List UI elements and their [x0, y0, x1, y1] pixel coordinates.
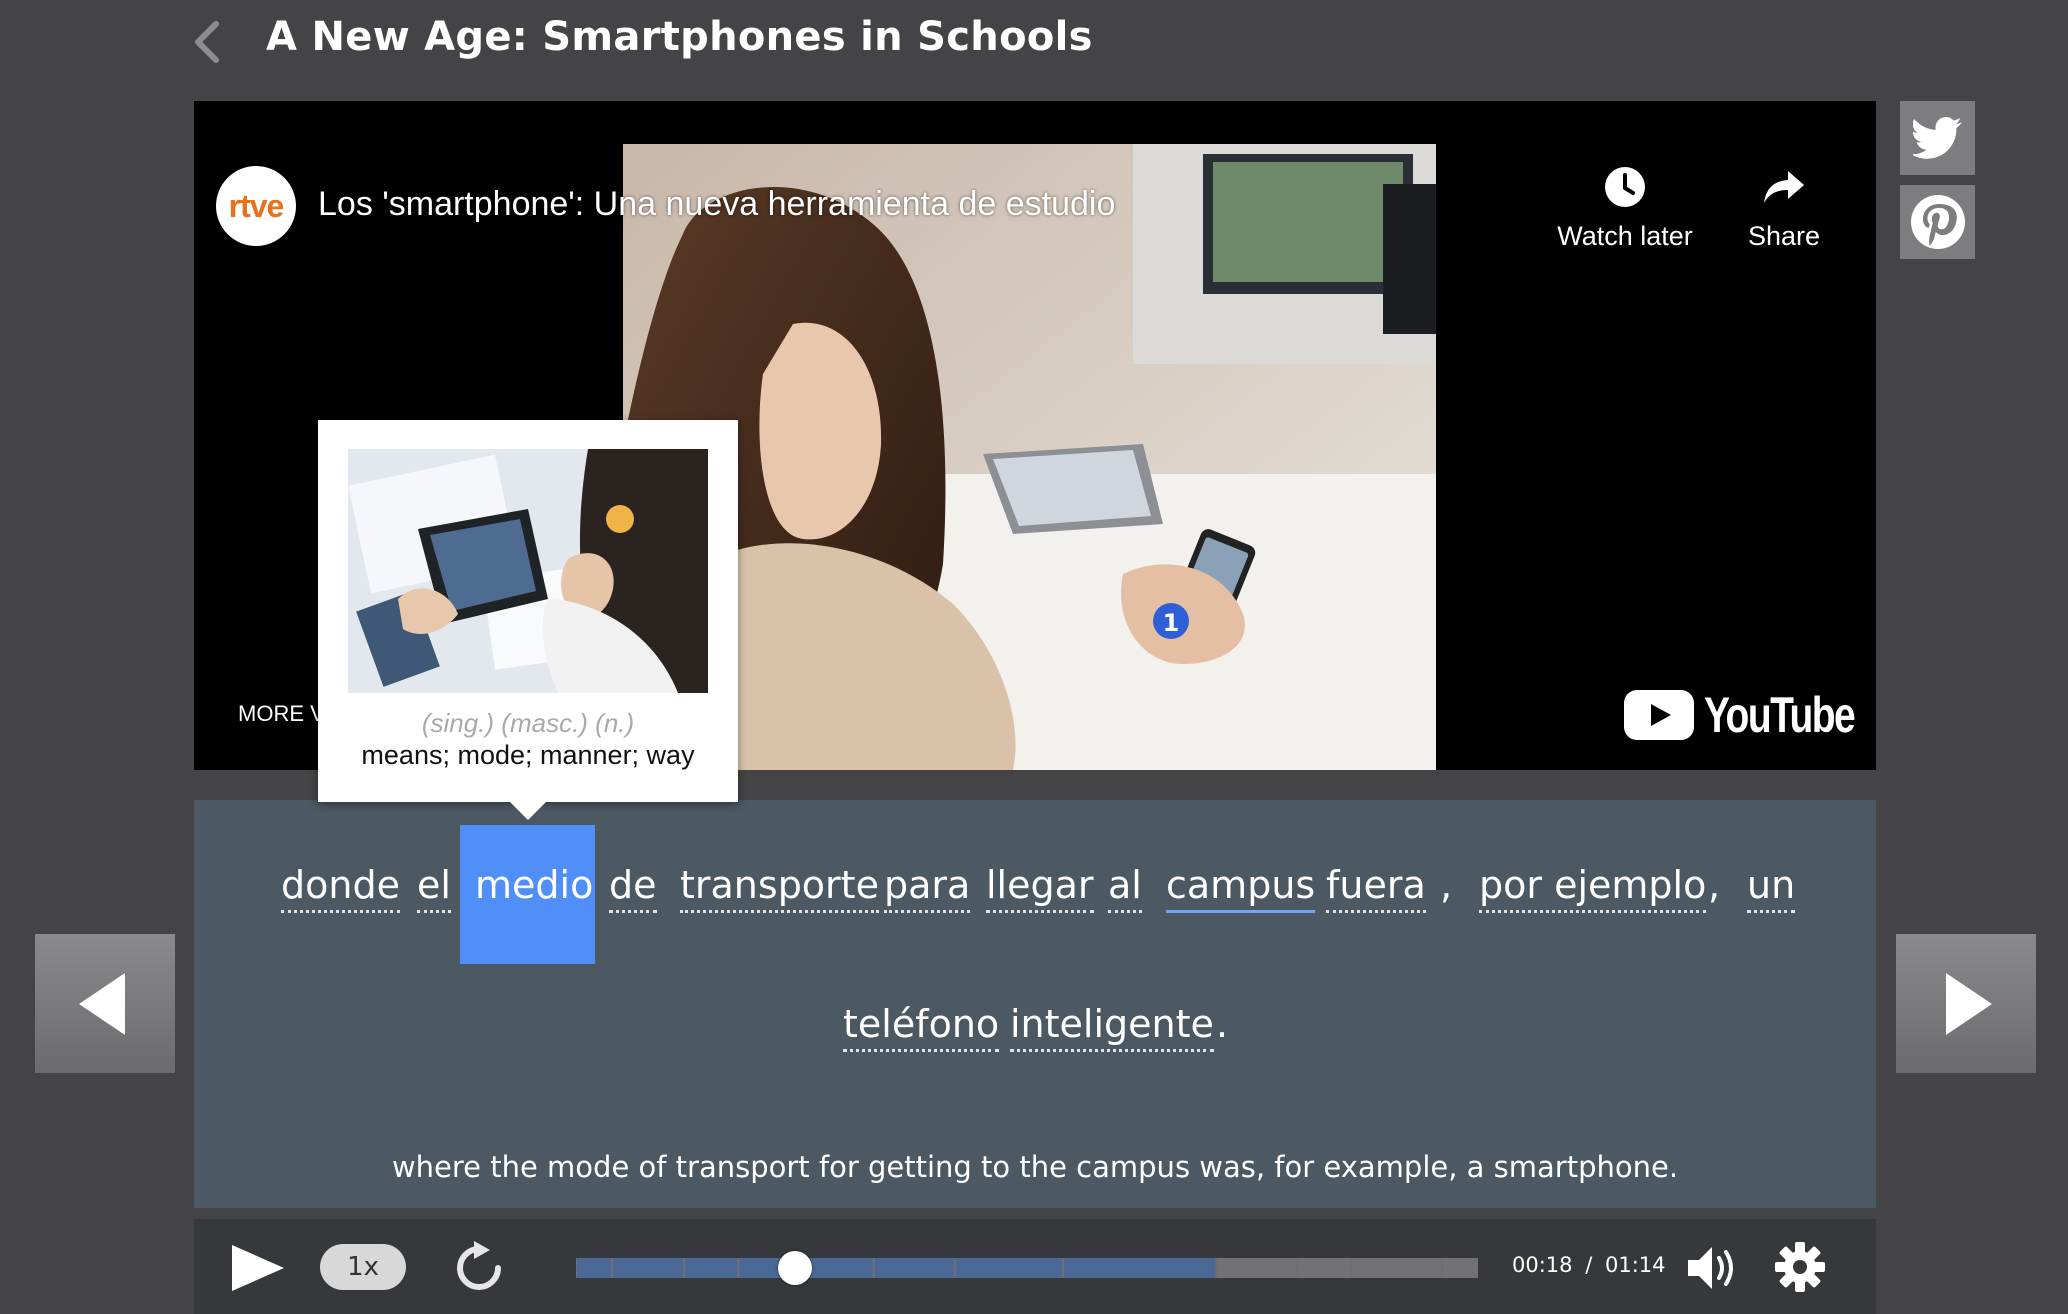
triangle-left-icon: [79, 972, 125, 1035]
subtitle-punctuation: ,: [1708, 863, 1721, 907]
subtitle-word[interactable]: transporte: [680, 862, 879, 913]
progress-segment: [1352, 1258, 1441, 1278]
progress-segment: [1442, 1258, 1477, 1278]
progress-segment: [1298, 1258, 1351, 1278]
playback-speed-button[interactable]: 1x: [320, 1244, 406, 1290]
volume-icon[interactable]: [1686, 1243, 1740, 1293]
share-button[interactable]: Share: [1709, 165, 1859, 252]
back-button[interactable]: [188, 18, 228, 66]
subtitle-word[interactable]: al: [1108, 862, 1142, 913]
replay-icon[interactable]: [452, 1241, 506, 1295]
progress-bar[interactable]: [576, 1258, 1478, 1278]
previous-line-button[interactable]: [35, 934, 175, 1073]
subtitle-word[interactable]: el: [417, 862, 451, 913]
triangle-right-icon: [1946, 972, 1992, 1035]
chevron-left-icon: [195, 21, 219, 63]
youtube-play-icon: [1624, 690, 1694, 740]
pinterest-button[interactable]: [1900, 185, 1975, 259]
share-label: Share: [1747, 221, 1821, 251]
subtitle-word[interactable]: fuera: [1326, 862, 1426, 913]
subtitle-translation: where the mode of transport for getting …: [391, 1150, 1679, 1184]
subtitle-word[interactable]: teléfono: [843, 1001, 1000, 1052]
channel-logo-text: rtve: [228, 187, 285, 224]
time-display: 00:18 / 01:14: [1512, 1253, 1666, 1277]
pinterest-icon: [1910, 195, 1965, 249]
gear-icon[interactable]: [1774, 1241, 1826, 1293]
progress-segment: [1217, 1258, 1297, 1278]
progress-segment: [955, 1258, 1063, 1278]
definition-text: means; mode; manner; way: [361, 740, 695, 770]
progress-segment: [685, 1258, 738, 1278]
video-title[interactable]: Los 'smartphone': Una nueva herramienta …: [318, 185, 1115, 224]
subtitle-word[interactable]: campus: [1166, 862, 1316, 913]
current-time: 00:18: [1512, 1253, 1573, 1277]
progress-segment: [577, 1258, 612, 1278]
subtitle-word[interactable]: llegar: [986, 862, 1094, 913]
definition-grammar: (sing.) (masc.) (n.): [421, 708, 635, 738]
channel-logo[interactable]: rtve: [216, 166, 296, 246]
youtube-wordmark: YouTube: [1704, 687, 1856, 743]
subtitle-word[interactable]: inteligente: [1010, 1001, 1214, 1052]
clock-icon: [1605, 167, 1645, 207]
popup-pointer: [508, 800, 548, 820]
definition-image: [348, 449, 708, 693]
next-line-button[interactable]: [1896, 934, 2036, 1073]
subtitle-word[interactable]: por ejemplo: [1479, 862, 1707, 913]
more-videos-label[interactable]: MORE V: [238, 701, 325, 727]
play-icon[interactable]: [230, 1243, 286, 1293]
watch-later-button[interactable]: Watch later: [1550, 165, 1700, 252]
tablet-photo: [348, 449, 708, 693]
twitter-button[interactable]: [1900, 101, 1975, 175]
progress-segment: [1064, 1258, 1216, 1278]
progress-segment: [802, 1258, 873, 1278]
progress-segment: [874, 1258, 954, 1278]
youtube-logo[interactable]: YouTube: [1624, 686, 1876, 744]
subtitle-word-selected[interactable]: medio: [475, 862, 593, 910]
subtitle-word[interactable]: un: [1747, 862, 1796, 913]
channel-badge-label: 1: [1163, 609, 1180, 637]
share-arrow-icon: [1764, 171, 1804, 203]
subtitle-word[interactable]: para: [884, 862, 971, 913]
subtitle-word[interactable]: de: [609, 862, 657, 913]
twitter-icon: [1912, 117, 1962, 159]
subtitle-punctuation: ,: [1440, 863, 1453, 907]
video-scene-image: 1: [623, 144, 1436, 770]
progress-segments: [577, 1258, 1477, 1278]
subtitle-word[interactable]: donde: [281, 862, 400, 913]
watch-later-label: Watch later: [1557, 221, 1693, 251]
time-separator: /: [1585, 1253, 1593, 1277]
video-frame[interactable]: 1: [623, 144, 1436, 770]
playback-controls: 1x 00:18 / 01:14: [194, 1219, 1876, 1314]
progress-scrubber[interactable]: [778, 1251, 813, 1285]
progress-segment: [613, 1258, 684, 1278]
total-time: 01:14: [1604, 1253, 1666, 1277]
subtitle-punctuation: .: [1216, 1002, 1229, 1046]
page-title: A New Age: Smartphones in Schools: [266, 14, 1093, 60]
word-definition-popup: (sing.) (masc.) (n.) means; mode; manner…: [318, 420, 738, 802]
